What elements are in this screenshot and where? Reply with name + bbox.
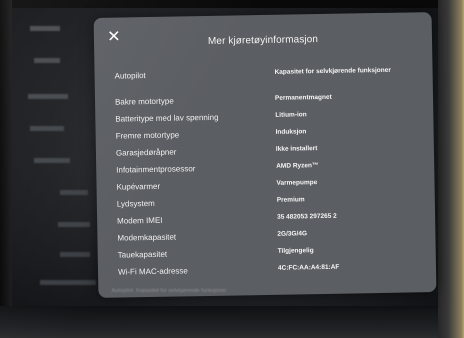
info-row-label: Wi-Fi MAC-adresse	[117, 266, 188, 277]
info-row-value: Varmepumpe	[276, 179, 318, 187]
footer-note: Autopilot: Kapasitet for selvkjørende fu…	[111, 288, 227, 294]
background-menu-item	[60, 190, 88, 195]
info-row-label: Kupévarmer	[116, 181, 161, 192]
info-row-value: Litium-ion	[275, 111, 307, 119]
info-row-value: Tilgjengelig	[277, 247, 314, 255]
background-menu-item	[30, 126, 64, 131]
dialog-title: Mer kjøretøyinformasjon	[207, 34, 319, 47]
info-row-value: Kapasitet for selvkjørende funksjoner	[274, 66, 391, 76]
info-row-label: Fremre motortype	[115, 130, 180, 141]
info-row-label: Modem IMEI	[117, 215, 163, 226]
screen-bezel-bottom	[0, 306, 464, 338]
screen-bezel-top	[0, 0, 464, 8]
background-menu-item	[58, 222, 90, 227]
info-row-value: 35 482053 297265 2	[277, 212, 337, 221]
info-row-value: 4C:FC:AA:A4:81:AF	[277, 263, 340, 272]
photo-background: ✕ Mer kjøretøyinformasjon Autopilot Kapa…	[0, 0, 464, 338]
info-row-label: Lydsystem	[116, 198, 155, 209]
info-row-value: Permanentmagnet	[274, 93, 332, 102]
background-menu-item	[34, 58, 60, 63]
info-row-label: Tauekapasitet	[117, 249, 168, 260]
info-row-value: 2G/3G/4G	[277, 230, 308, 238]
info-row-value: Ikke installert	[275, 145, 318, 153]
info-row-value: Premium	[276, 196, 305, 204]
background-menu-item	[60, 252, 90, 257]
info-row-label: Garasjedøråpner	[115, 147, 177, 158]
background-menu-item	[34, 158, 70, 163]
vehicle-info-dialog: ✕ Mer kjøretøyinformasjon Autopilot Kapa…	[93, 12, 437, 298]
info-row-label: Batteritype med lav spenning	[115, 112, 219, 124]
background-menu-item	[28, 94, 68, 99]
info-row-label: Modemkapasitet	[117, 232, 177, 243]
background-menu-item	[30, 26, 60, 31]
info-row-value: AMD Ryzen™	[276, 162, 319, 170]
info-rows: Autopilot Kapasitet for selvkjørende fun…	[115, 66, 429, 284]
info-row-label: Autopilot	[114, 71, 146, 81]
info-row-label: Bakre motortype	[114, 96, 174, 107]
background-menu-item	[40, 280, 96, 285]
screen-bezel-right	[438, 0, 464, 338]
info-row-value: Induksjon	[275, 128, 307, 136]
info-row-label: Infotainmentprosessor	[116, 164, 196, 175]
